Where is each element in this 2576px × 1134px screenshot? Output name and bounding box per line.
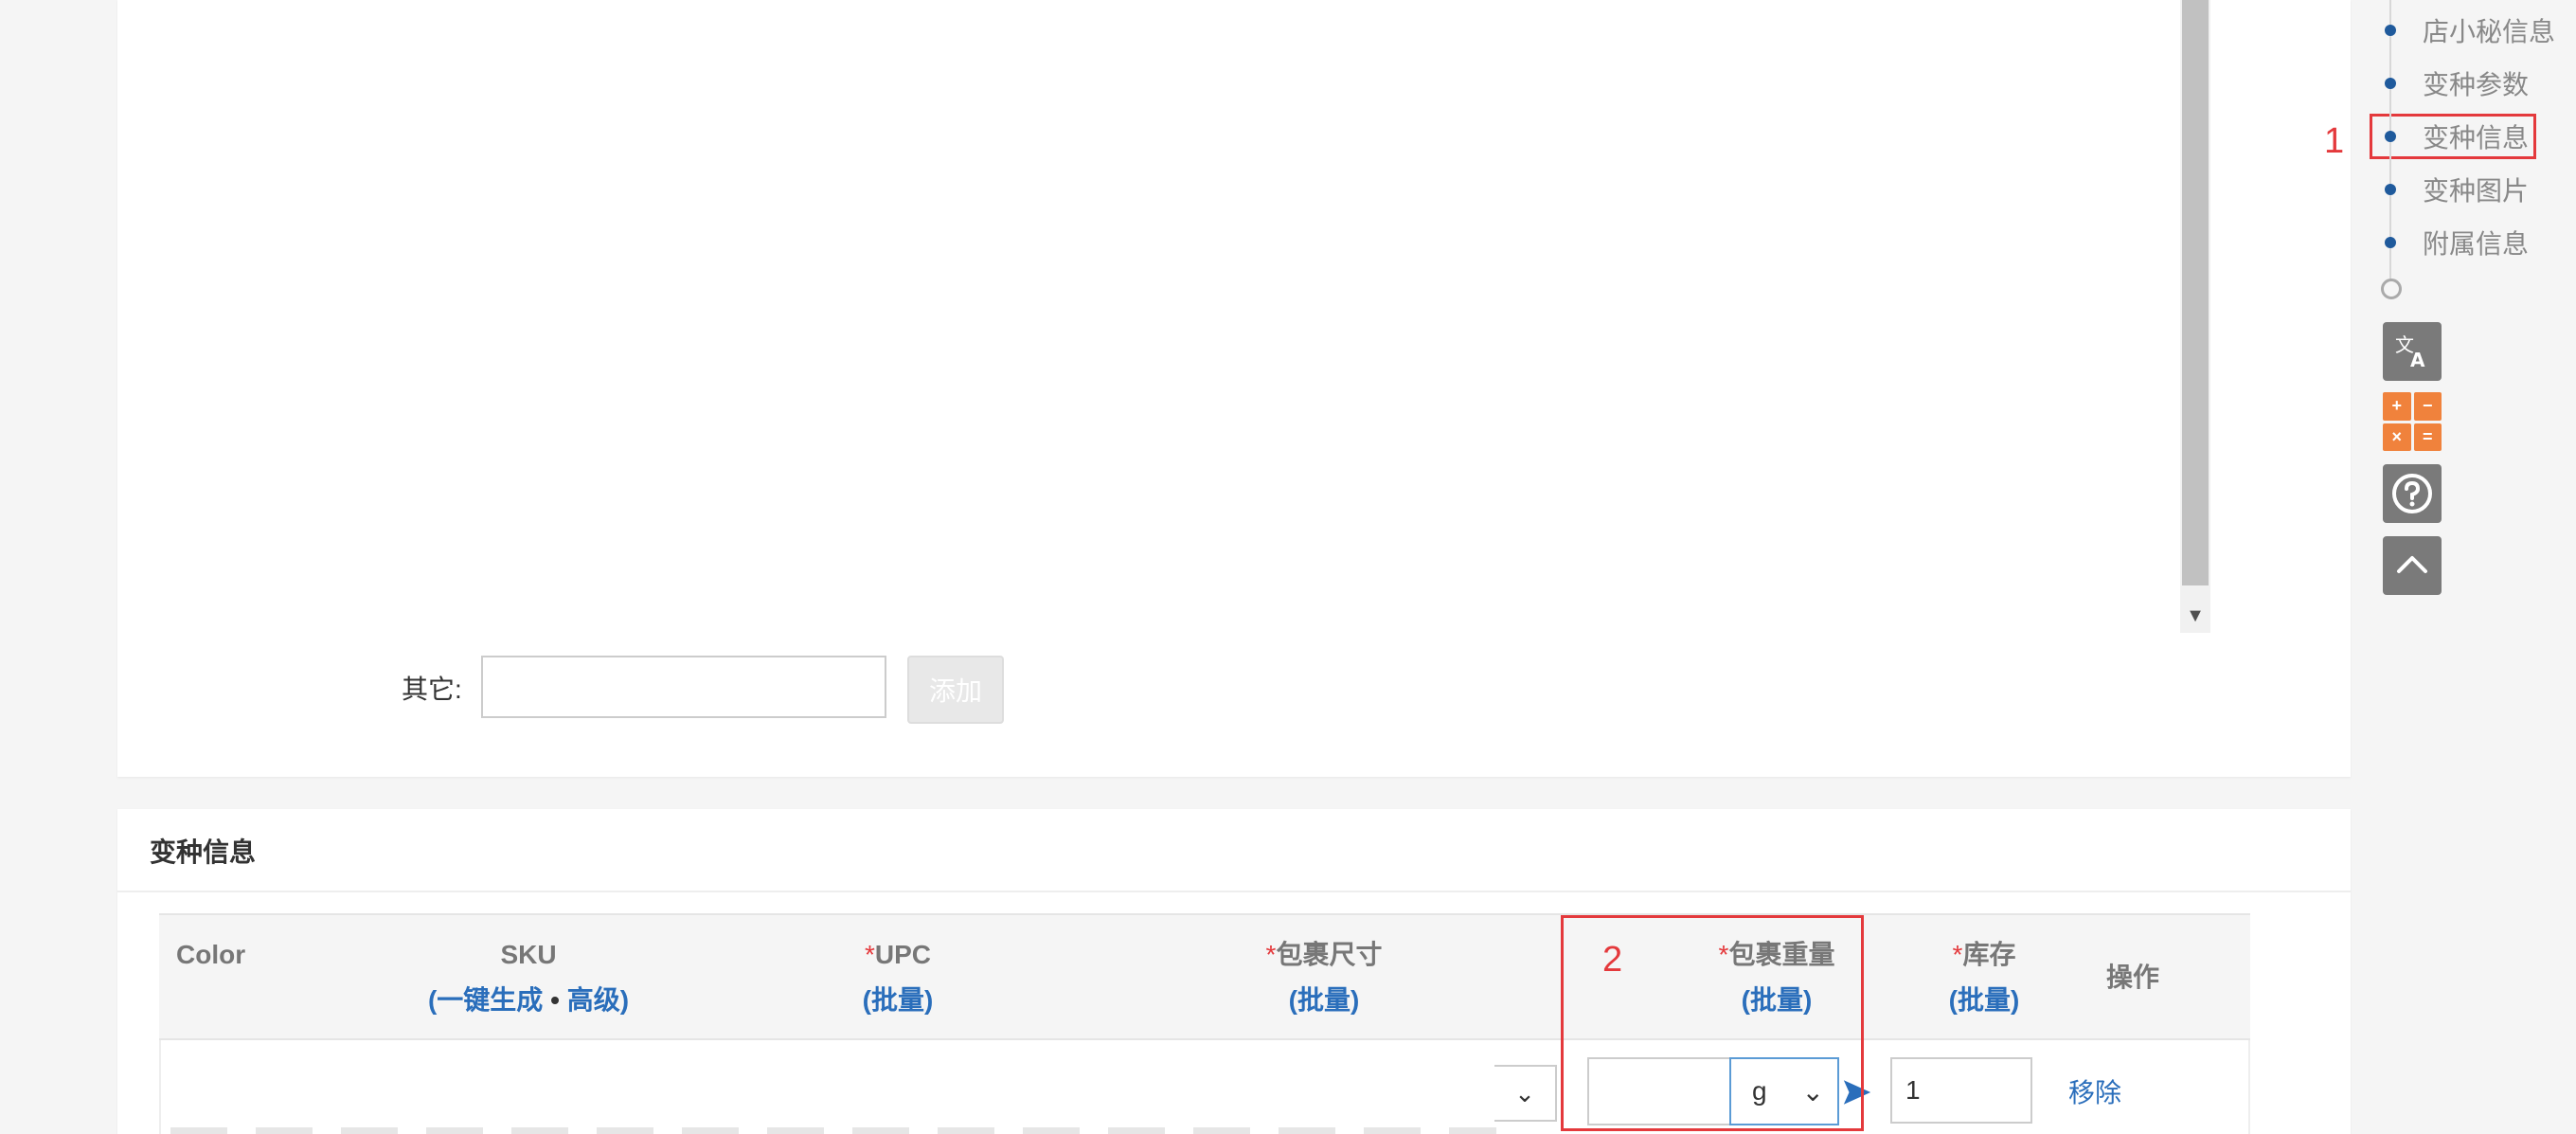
stock-batch-link[interactable]: 批量: [1958, 985, 2011, 1015]
chevron-up-icon: [2397, 556, 2427, 573]
remove-link[interactable]: 移除: [2068, 1072, 2121, 1110]
back-to-top-button[interactable]: [2383, 536, 2442, 595]
column-action: 操作: [2106, 955, 2159, 1000]
sku-separator: •: [550, 985, 560, 1015]
scroll-down-arrow-icon[interactable]: ▼: [2180, 599, 2210, 633]
package-size-unit-select[interactable]: ⌄: [1494, 1065, 1557, 1122]
paren-close: ): [2011, 985, 2020, 1015]
nav-dot: [2385, 25, 2396, 36]
stock-input[interactable]: 1: [1890, 1057, 2032, 1124]
column-upc: *UPC (批量): [822, 932, 974, 1023]
calc-equals-icon: =: [2413, 423, 2442, 451]
paren-close: ): [619, 985, 630, 1015]
other-input[interactable]: [481, 656, 886, 718]
nav-item-extra-info[interactable]: 附属信息: [2381, 224, 2529, 261]
variant-table-header: Color SKU (一键生成 • 高级) *UPC (批量) *包裹尺寸 (批…: [159, 913, 2250, 1040]
calculator-button[interactable]: + − × =: [2383, 392, 2442, 451]
sku-actions: (一键生成 • 高级): [396, 978, 661, 1023]
column-upc-label: UPC: [874, 940, 932, 969]
nav-item-dxm-info[interactable]: 店小秘信息: [2381, 11, 2555, 49]
add-button[interactable]: 添加: [907, 656, 1004, 724]
paren-open: (: [1948, 985, 1958, 1015]
column-package-size-label: 包裹尺寸: [1276, 940, 1383, 969]
help-button[interactable]: [2383, 464, 2442, 523]
calc-times-icon: ×: [2383, 423, 2411, 451]
calc-minus-icon: −: [2413, 392, 2442, 421]
nav-dot: [2385, 237, 2396, 248]
help-icon: [2392, 474, 2432, 513]
nav-dot: [2385, 131, 2396, 142]
calc-plus-icon: +: [2383, 392, 2411, 421]
column-package-size: *包裹尺寸 (批量): [1201, 932, 1447, 1023]
nav-item-variant-images[interactable]: 变种图片: [2381, 171, 2529, 208]
sku-advanced-link[interactable]: 高级: [567, 985, 620, 1015]
nav-item-label: 店小秘信息: [2423, 17, 2556, 46]
panel-title: 变种信息: [150, 837, 257, 867]
scrollbar-thumb[interactable]: [2182, 0, 2209, 585]
nav-item-label: 变种图片: [2423, 176, 2530, 206]
paren-open: (: [862, 985, 871, 1015]
column-color-label: Color: [176, 940, 246, 969]
nav-end-circle: [2381, 279, 2402, 299]
chevron-down-icon: ⌄: [1514, 1078, 1535, 1107]
column-sku: SKU (一键生成 • 高级): [396, 932, 661, 1023]
next-row-partial: [170, 1127, 1496, 1134]
svg-text:A: A: [2410, 349, 2425, 371]
column-action-label: 操作: [2106, 963, 2160, 992]
paren-close: ): [924, 985, 934, 1015]
other-label: 其它:: [402, 675, 462, 704]
translate-button[interactable]: 文 A: [2383, 322, 2442, 381]
required-mark: *: [864, 940, 875, 969]
nav-item-variant-info[interactable]: 变种信息: [2381, 117, 2529, 155]
paren-close: ): [1351, 985, 1360, 1015]
annotation-number-2: 2: [1602, 940, 1623, 980]
column-stock-label: 库存: [1962, 940, 2016, 969]
nav-item-variant-params[interactable]: 变种参数: [2381, 64, 2529, 102]
stock-value: 1: [1905, 1075, 1921, 1105]
nav-item-label: 变种参数: [2423, 70, 2530, 99]
upc-batch-link[interactable]: 批量: [871, 985, 924, 1015]
column-stock: *库存 (批量): [1913, 932, 2055, 1023]
nav-dot: [2385, 184, 2396, 195]
nav-dot: [2385, 78, 2396, 89]
column-sku-label: SKU: [500, 940, 557, 969]
annotation-number-1: 1: [2324, 121, 2345, 161]
paren-open: (: [1288, 985, 1297, 1015]
paren-open: (: [427, 985, 438, 1015]
translate-icon: 文 A: [2395, 333, 2425, 371]
required-mark: *: [1952, 940, 1963, 969]
column-color: Color: [176, 932, 245, 978]
package-size-batch-link[interactable]: 批量: [1297, 985, 1351, 1015]
panel-divider: [117, 891, 2351, 892]
page: ▼ 其它: 添加 变种信息 Color SKU (一键生成 • 高级) *UPC…: [0, 0, 2576, 1134]
attributes-panel: [117, 0, 2351, 777]
nav-item-label: 附属信息: [2423, 229, 2530, 259]
nav-item-label: 变种信息: [2423, 123, 2530, 153]
required-mark: *: [1265, 940, 1277, 969]
sku-generate-link[interactable]: 一键生成: [437, 985, 543, 1015]
